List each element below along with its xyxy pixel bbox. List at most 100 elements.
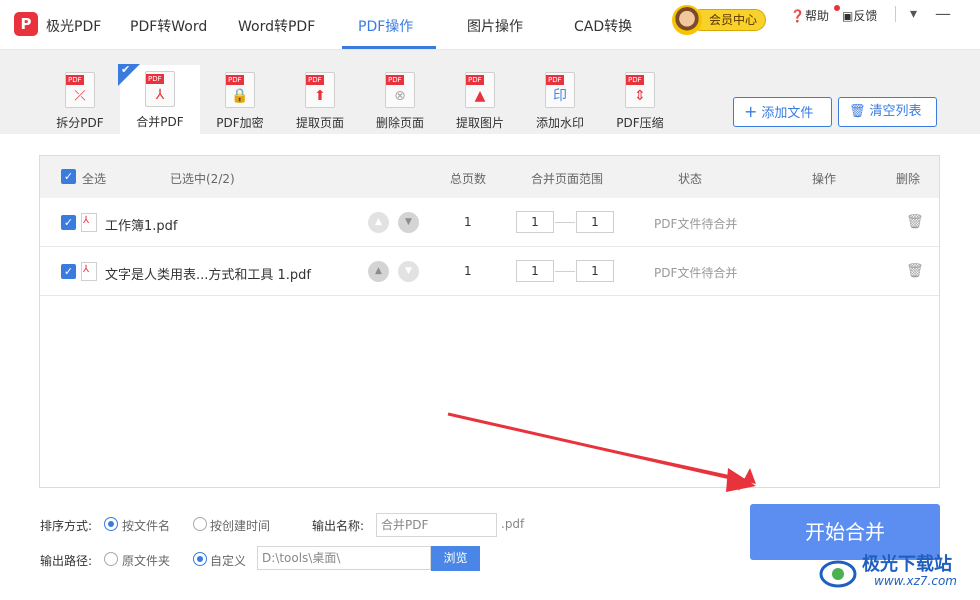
output-extension: .pdf bbox=[501, 517, 525, 531]
tool-label: 提取图片 bbox=[455, 116, 504, 130]
pdf-file-icon: ⅄ bbox=[81, 213, 97, 232]
path-custom-label[interactable]: 自定义 bbox=[210, 552, 246, 569]
output-path-label: 输出路径: bbox=[40, 554, 93, 568]
table-row: ✓ ⅄ 文字是人类用表...方式和工具 1.pdf ▲ ▼ 1 1 1 PDF文… bbox=[40, 247, 939, 296]
output-name-input[interactable]: 合并PDF bbox=[376, 513, 497, 537]
file-name: 文字是人类用表...方式和工具 1.pdf bbox=[105, 268, 312, 283]
header-status: 状态 bbox=[678, 172, 703, 186]
tool-encrypt-pdf[interactable]: PDF 🔒 PDF加密 bbox=[200, 66, 280, 134]
selected-count: 已选中(2/2) bbox=[170, 172, 235, 186]
pdf-file-icon: ⅄ bbox=[81, 262, 97, 281]
range-to-input[interactable]: 1 bbox=[576, 260, 614, 282]
divider bbox=[895, 6, 896, 22]
add-file-button[interactable]: + 添加文件 bbox=[733, 97, 832, 127]
sort-by-name-label[interactable]: 按文件名 bbox=[122, 517, 170, 534]
tool-label: 添加水印 bbox=[535, 116, 584, 130]
tool-split-pdf[interactable]: PDF ⤫ 拆分PDF bbox=[40, 66, 120, 134]
tab-pdf-to-word[interactable]: PDF转Word bbox=[130, 16, 207, 36]
delete-row-icon[interactable]: 🗑 bbox=[906, 214, 924, 230]
tab-cad-convert[interactable]: CAD转换 bbox=[574, 16, 632, 36]
path-original-label[interactable]: 原文件夹 bbox=[122, 552, 170, 569]
add-file-label: 添加文件 bbox=[761, 106, 814, 121]
path-original-radio[interactable] bbox=[104, 552, 118, 566]
extract-image-icon: PDF ▲ bbox=[465, 72, 495, 108]
sort-by-time-label[interactable]: 按创建时间 bbox=[210, 517, 270, 534]
toolbar: PDF ⤫ 拆分PDF PDF ⅄ 合并PDF PDF 🔒 PDF加密 PDF ⬆ 提取… bbox=[0, 50, 980, 135]
page-count: 1 bbox=[464, 264, 472, 278]
table-header: ✓ 全选 已选中(2/2) 总页数 合并页面范围 状态 操作 删除 bbox=[40, 156, 939, 198]
clear-list-button[interactable]: 🗑 清空列表 bbox=[838, 97, 937, 127]
sort-label: 排序方式: bbox=[40, 519, 93, 533]
encrypt-pdf-icon: PDF 🔒 bbox=[225, 72, 255, 108]
tool-label: 提取页面 bbox=[295, 116, 344, 130]
tool-label: 合并PDF bbox=[136, 115, 184, 129]
header-action: 操作 bbox=[812, 172, 837, 186]
move-down-icon[interactable]: ▼ bbox=[398, 261, 419, 282]
avatar[interactable] bbox=[672, 5, 702, 35]
select-all-label[interactable]: 全选 bbox=[82, 170, 106, 187]
header-range: 合并页面范围 bbox=[531, 172, 604, 186]
file-status: PDF文件待合并 bbox=[654, 266, 738, 280]
watermark-logo-icon bbox=[819, 560, 857, 588]
watermark-icon: PDF 印 bbox=[545, 72, 575, 108]
menu-dropdown-icon[interactable]: ▾ bbox=[910, 6, 917, 22]
notification-dot bbox=[834, 5, 840, 11]
file-name: 工作簿1.pdf bbox=[105, 219, 178, 234]
tool-label: 拆分PDF bbox=[56, 116, 104, 130]
tool-label: PDF加密 bbox=[216, 116, 264, 130]
tool-delete-page[interactable]: PDF ⊗ 删除页面 bbox=[360, 66, 440, 134]
tool-extract-image[interactable]: PDF ▲ 提取图片 bbox=[440, 66, 520, 134]
tool-add-watermark[interactable]: PDF 印 添加水印 bbox=[520, 66, 600, 134]
site-watermark: 极光下载站 www.xz7.com bbox=[818, 550, 978, 596]
sort-by-name-radio[interactable] bbox=[104, 517, 118, 531]
range-from-input[interactable]: 1 bbox=[516, 211, 554, 233]
help-icon: ❓ bbox=[790, 9, 805, 23]
app-name: 极光PDF bbox=[46, 19, 102, 35]
feedback-label: 反馈 bbox=[853, 9, 878, 23]
range-to-input[interactable]: 1 bbox=[576, 211, 614, 233]
merge-pdf-icon: PDF ⅄ bbox=[145, 71, 175, 107]
tool-label: 删除页面 bbox=[375, 116, 424, 130]
path-custom-radio[interactable] bbox=[193, 552, 207, 566]
split-pdf-icon: PDF ⤫ bbox=[65, 72, 95, 108]
page-count: 1 bbox=[464, 215, 472, 229]
move-up-icon[interactable]: ▲ bbox=[368, 212, 389, 233]
delete-row-icon[interactable]: 🗑 bbox=[906, 263, 924, 279]
app-logo-icon: P bbox=[14, 12, 38, 36]
range-from-input[interactable]: 1 bbox=[516, 260, 554, 282]
sort-by-time-radio[interactable] bbox=[193, 517, 207, 531]
minimize-icon[interactable]: — bbox=[935, 4, 951, 23]
delete-page-icon: PDF ⊗ bbox=[385, 72, 415, 108]
table-row: ✓ ⅄ 工作簿1.pdf ▲ ▼ 1 1 1 PDF文件待合并 🗑 bbox=[40, 198, 939, 247]
row-checkbox[interactable]: ✓ bbox=[61, 264, 76, 279]
tool-extract-page[interactable]: PDF ⬆ 提取页面 bbox=[280, 66, 360, 134]
row-checkbox[interactable]: ✓ bbox=[61, 215, 76, 230]
help-button[interactable]: ❓帮助 bbox=[790, 7, 829, 24]
header-total-pages: 总页数 bbox=[450, 172, 487, 186]
output-name-label: 输出名称: bbox=[312, 519, 365, 533]
output-path-input[interactable]: D:\tools\桌面\ bbox=[257, 546, 431, 570]
tab-image-operations[interactable]: 图片操作 bbox=[467, 16, 523, 36]
feedback-button[interactable]: ▣反馈 bbox=[842, 7, 877, 24]
tool-label: PDF压缩 bbox=[616, 116, 664, 130]
clear-list-label: 清空列表 bbox=[869, 104, 922, 119]
compress-pdf-icon: PDF ⇕ bbox=[625, 72, 655, 108]
file-status: PDF文件待合并 bbox=[654, 217, 738, 231]
range-separator bbox=[555, 222, 575, 223]
tab-pdf-operations[interactable]: PDF操作 bbox=[358, 16, 413, 36]
tab-word-to-pdf[interactable]: Word转PDF bbox=[238, 16, 315, 36]
range-separator bbox=[555, 271, 575, 272]
move-up-icon[interactable]: ▲ bbox=[368, 261, 389, 282]
help-label: 帮助 bbox=[804, 9, 829, 23]
check-icon: ✔ bbox=[121, 63, 131, 76]
tool-compress-pdf[interactable]: PDF ⇕ PDF压缩 bbox=[600, 66, 680, 134]
header-delete: 删除 bbox=[896, 172, 921, 186]
title-bar: P 极光PDF PDF转Word Word转PDF PDF操作 图片操作 CAD… bbox=[0, 0, 980, 50]
browse-button[interactable]: 浏览 bbox=[431, 546, 480, 571]
move-down-icon[interactable]: ▼ bbox=[398, 212, 419, 233]
active-tab-indicator bbox=[342, 46, 436, 49]
feedback-icon: ▣ bbox=[842, 9, 854, 23]
plus-icon: + bbox=[744, 102, 758, 121]
watermark-text: 极光下载站 bbox=[862, 554, 952, 575]
select-all-checkbox[interactable]: ✓ bbox=[61, 169, 76, 184]
